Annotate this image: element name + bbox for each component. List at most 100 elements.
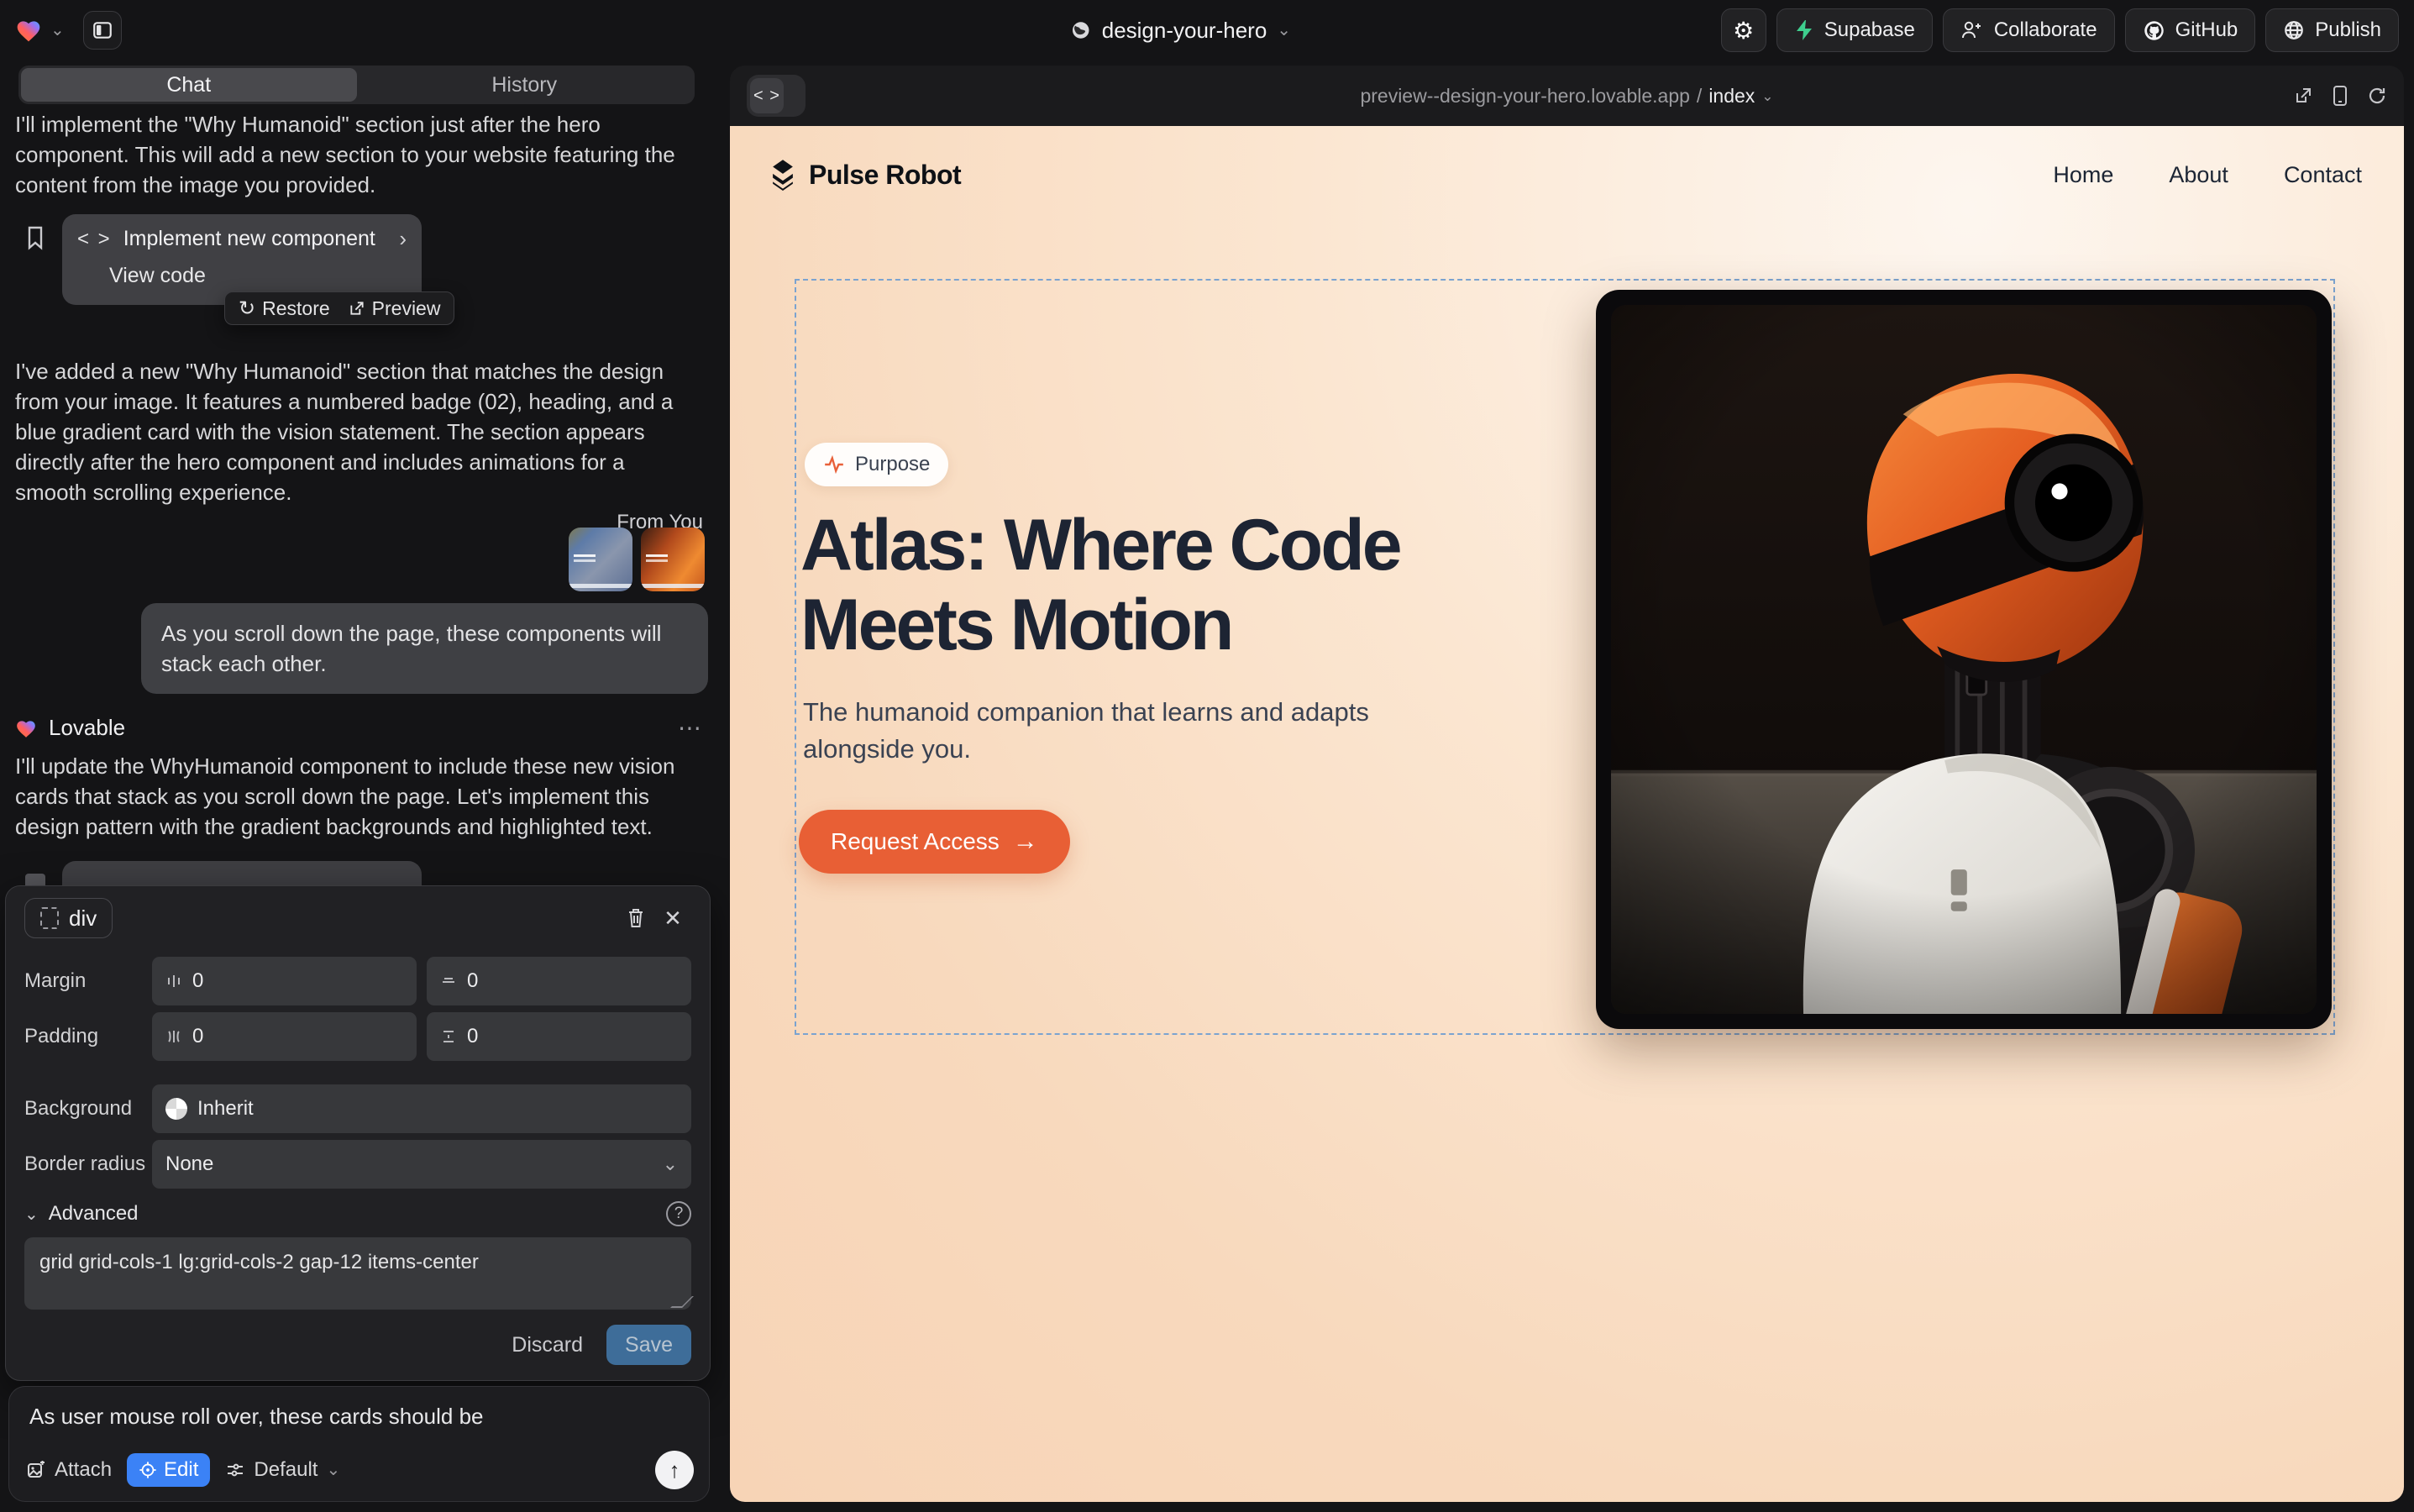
- lovable-heart-icon: [15, 718, 37, 738]
- open-external-button[interactable]: [2293, 86, 2313, 106]
- padding-x-icon: [165, 1028, 182, 1045]
- margin-y-input[interactable]: [427, 957, 691, 1005]
- sidebar-toggle-button[interactable]: [83, 11, 122, 50]
- tool-card-title: Implement new component: [123, 227, 388, 251]
- model-label: Default: [254, 1458, 317, 1482]
- url-host: preview--design-your-hero.lovable.app: [1360, 85, 1689, 108]
- project-switcher[interactable]: design-your-hero ⌄: [1070, 0, 1291, 60]
- supabase-button[interactable]: Supabase: [1776, 8, 1933, 52]
- project-name: design-your-hero: [1102, 18, 1267, 44]
- settings-button[interactable]: ⚙: [1721, 8, 1766, 52]
- collaborate-button[interactable]: Collaborate: [1943, 8, 2115, 52]
- request-access-button[interactable]: Request Access →: [799, 810, 1070, 874]
- publish-button[interactable]: Publish: [2265, 8, 2399, 52]
- padding-y-value[interactable]: [467, 1025, 678, 1048]
- selected-element-chip[interactable]: div: [24, 898, 113, 938]
- margin-x-input[interactable]: [152, 957, 417, 1005]
- publish-globe-icon: [2283, 19, 2305, 41]
- attach-button[interactable]: Attach: [26, 1458, 112, 1482]
- arrow-right-icon: →: [1013, 827, 1038, 856]
- padding-x-input[interactable]: [152, 1012, 417, 1061]
- lovable-logo-icon[interactable]: [15, 18, 42, 43]
- workspace-chevron-down-icon[interactable]: ⌄: [50, 22, 65, 39]
- assistant-header-row: Lovable ⋯: [15, 714, 703, 742]
- border-radius-label: Border radius: [24, 1152, 152, 1176]
- restore-icon: ↻: [239, 297, 255, 321]
- border-radius-select[interactable]: None ⌄: [152, 1140, 691, 1189]
- trash-icon: [626, 907, 646, 929]
- nav-about[interactable]: About: [2169, 162, 2228, 188]
- margin-x-icon: [165, 973, 182, 990]
- site-brand[interactable]: Pulse Robot: [769, 159, 961, 191]
- bookmark-icon[interactable]: [25, 225, 45, 255]
- url-chevron-down-icon: ⌄: [1761, 89, 1773, 103]
- discard-button[interactable]: Discard: [512, 1333, 583, 1357]
- code-view-toggle[interactable]: < >: [747, 75, 806, 117]
- supabase-label: Supabase: [1824, 18, 1915, 42]
- supabase-icon: [1794, 19, 1814, 41]
- github-button[interactable]: GitHub: [2125, 8, 2256, 52]
- collaborate-label: Collaborate: [1994, 18, 2097, 42]
- app-topbar: ⌄ design-your-hero ⌄ ⚙ Supabase: [0, 0, 2414, 60]
- margin-x-value[interactable]: [192, 969, 403, 993]
- select-chevron-down-icon: ⌄: [663, 1153, 678, 1175]
- site-header: Pulse Robot Home About Contact: [769, 150, 2362, 200]
- site-brand-name: Pulse Robot: [809, 160, 961, 191]
- background-label: Background: [24, 1097, 152, 1121]
- site-nav: Home About Contact: [2053, 162, 2362, 188]
- advanced-label[interactable]: Advanced: [49, 1202, 139, 1226]
- site-preview: Pulse Robot Home About Contact Purpose A…: [730, 126, 2404, 1502]
- save-button[interactable]: Save: [606, 1325, 691, 1365]
- open-external-icon: [2293, 86, 2313, 106]
- tab-chat[interactable]: Chat: [21, 68, 357, 102]
- url-page: index: [1708, 85, 1755, 108]
- advanced-classes-textarea[interactable]: grid grid-cols-1 lg:grid-cols-2 gap-12 i…: [24, 1237, 691, 1310]
- chat-composer[interactable]: As user mouse roll over, these cards sho…: [8, 1386, 710, 1502]
- purpose-badge-label: Purpose: [855, 453, 930, 476]
- margin-label: Margin: [24, 969, 152, 993]
- preview-label: Preview: [372, 297, 441, 320]
- assistant-name: Lovable: [49, 715, 125, 741]
- project-chevron-down-icon: ⌄: [1277, 22, 1291, 39]
- chevron-right-icon: ›: [399, 226, 407, 252]
- margin-y-value[interactable]: [467, 969, 678, 993]
- preview-url[interactable]: preview--design-your-hero.lovable.app / …: [1360, 85, 1773, 108]
- attachment-thumbnail-orange[interactable]: [641, 528, 705, 591]
- nav-home[interactable]: Home: [2053, 162, 2113, 188]
- send-button[interactable]: ↑: [655, 1451, 694, 1489]
- refresh-icon: [2367, 86, 2387, 106]
- restore-button[interactable]: ↻ Restore: [239, 297, 330, 321]
- preview-button[interactable]: Preview: [349, 297, 441, 320]
- delete-element-button[interactable]: [617, 900, 654, 937]
- sliders-icon: [225, 1461, 245, 1479]
- color-swatch-icon: [165, 1098, 187, 1120]
- view-code-link[interactable]: View code: [109, 264, 407, 288]
- padding-label: Padding: [24, 1025, 152, 1048]
- target-icon: [139, 1461, 157, 1479]
- preview-toolbar: < > preview--design-your-hero.lovable.ap…: [730, 66, 2404, 126]
- padding-x-value[interactable]: [192, 1025, 403, 1048]
- close-inspector-button[interactable]: ✕: [654, 900, 691, 937]
- github-icon: [2143, 19, 2165, 42]
- mobile-view-button[interactable]: [2332, 85, 2348, 107]
- background-select[interactable]: Inherit: [152, 1084, 691, 1133]
- assistant-message-3: I'll update the WhyHumanoid component to…: [15, 751, 701, 842]
- tab-history[interactable]: History: [357, 68, 693, 102]
- request-access-label: Request Access: [831, 828, 1000, 855]
- restore-label: Restore: [262, 297, 330, 320]
- nav-contact[interactable]: Contact: [2284, 162, 2362, 188]
- more-menu-button[interactable]: ⋯: [678, 714, 703, 742]
- composer-draft-text[interactable]: As user mouse roll over, these cards sho…: [29, 1404, 689, 1430]
- edit-mode-button[interactable]: Edit: [127, 1453, 210, 1487]
- chat-panel: Chat History I'll implement the "Why Hum…: [0, 60, 718, 1512]
- background-value: Inherit: [197, 1097, 678, 1121]
- assistant-message-1: I'll implement the "Why Humanoid" sectio…: [15, 109, 701, 200]
- padding-y-input[interactable]: [427, 1012, 691, 1061]
- help-icon[interactable]: ?: [666, 1201, 691, 1226]
- refresh-button[interactable]: [2367, 86, 2387, 106]
- attachment-thumbnail-blue[interactable]: [569, 528, 632, 591]
- robot-hero-image: [1611, 305, 2317, 1014]
- model-selector-button[interactable]: Default ⌄: [225, 1458, 340, 1482]
- edit-label: Edit: [164, 1458, 198, 1482]
- assistant-message-2: I've added a new "Why Humanoid" section …: [15, 356, 701, 507]
